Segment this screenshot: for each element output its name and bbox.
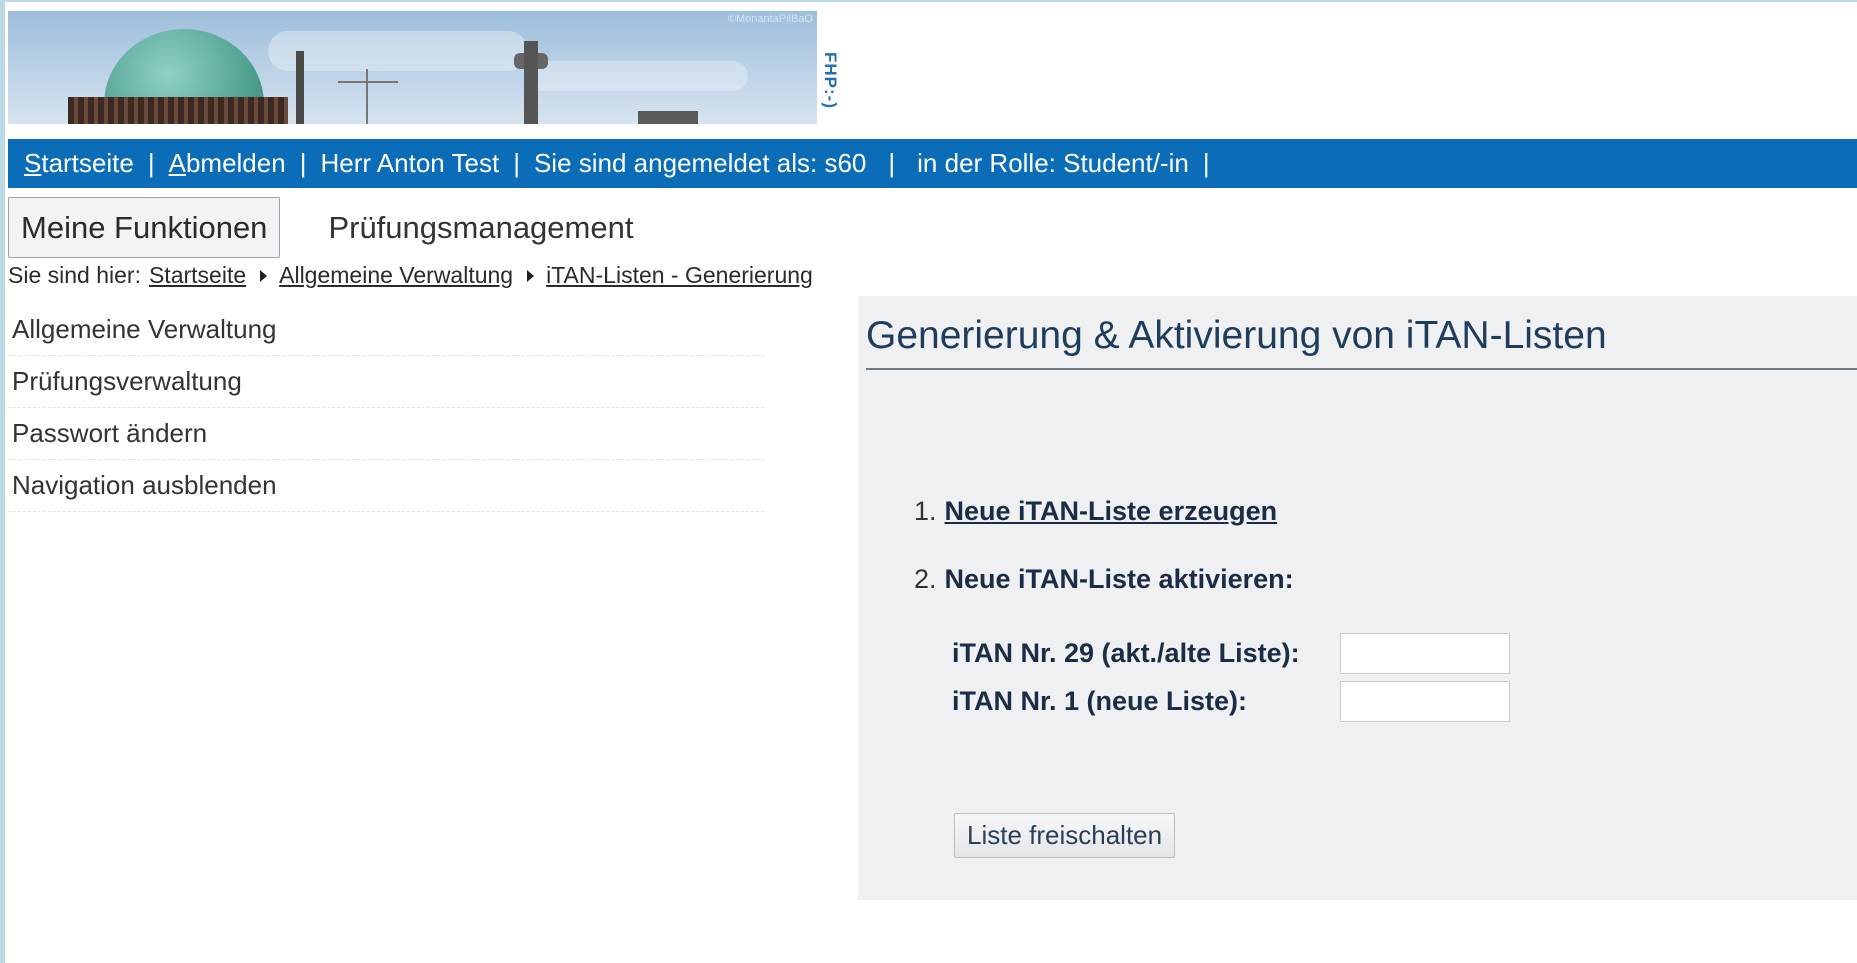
separator: | — [1202, 148, 1210, 178]
user-name: Herr Anton Test — [320, 148, 500, 178]
separator: | — [147, 148, 155, 178]
step-1: 1. Neue iTAN-Liste erzeugen — [914, 496, 1277, 527]
breadcrumb-link-itan-listen[interactable]: iTAN-Listen - Generierung — [546, 262, 813, 289]
activate-list-button[interactable]: Liste freischalten — [954, 813, 1176, 858]
telecom-tower — [524, 41, 538, 124]
breadcrumb-arrow-icon — [527, 269, 535, 282]
top-navigation-bar: Startseite | Abmelden | Herr Anton Test … — [8, 139, 1857, 188]
tab-meine-funktionen[interactable]: Meine Funktionen — [8, 197, 281, 258]
content-panel: Generierung & Aktivierung von iTAN-Liste… — [858, 296, 1857, 900]
separator: | — [888, 148, 896, 178]
step-2-label: Neue iTAN-Liste aktivieren: — [944, 564, 1294, 594]
nav-item-navigation-ausblenden[interactable]: Navigation ausblenden — [8, 460, 764, 512]
itan-old-row: iTAN Nr. 29 (akt./alte Liste): — [952, 633, 1510, 674]
window-top-edge — [0, 0, 1857, 2]
antenna-mast — [296, 51, 304, 124]
itan-old-label: iTAN Nr. 29 (akt./alte Liste): — [952, 638, 1300, 668]
create-itan-list-link[interactable]: Neue iTAN-Liste erzeugen — [945, 496, 1278, 527]
antenna-crossbar — [338, 81, 398, 83]
breadcrumb-link-startseite[interactable]: Startseite — [149, 262, 246, 289]
itan-new-row: iTAN Nr. 1 (neue Liste): — [952, 681, 1510, 722]
tab-pruefungsmanagement[interactable]: Prüfungsmanagement — [316, 197, 645, 258]
itan-new-input[interactable] — [1340, 681, 1510, 722]
breadcrumb-arrow-icon — [260, 269, 268, 282]
breadcrumb-link-allgemeine-verwaltung[interactable]: Allgemeine Verwaltung — [279, 262, 513, 289]
breadcrumb: Sie sind hier: Startseite Allgemeine Ver… — [8, 262, 813, 289]
nav-item-allgemeine-verwaltung[interactable]: Allgemeine Verwaltung — [8, 304, 764, 356]
user-role: in der Rolle: Student/-in — [917, 148, 1189, 178]
building-silhouette — [638, 111, 698, 124]
nav-item-passwort-aendern[interactable]: Passwort ändern — [8, 408, 764, 460]
page-title: Generierung & Aktivierung von iTAN-Liste… — [866, 314, 1607, 357]
building-base — [68, 97, 288, 124]
antenna-pole — [366, 69, 368, 124]
cloud-shape — [268, 31, 528, 71]
banner-watermark: ©MonantaPilBaO — [727, 13, 813, 25]
fhp-logo-text: FHP:-) — [821, 52, 840, 109]
cloud-shape — [528, 61, 748, 91]
home-link[interactable]: Startseite — [24, 148, 134, 179]
header-banner-image: ©MonantaPilBaO — [8, 11, 817, 124]
separator: | — [513, 148, 520, 178]
title-divider — [866, 368, 1857, 370]
left-navigation: Allgemeine Verwaltung Prüfungsverwaltung… — [8, 304, 764, 512]
itan-new-label: iTAN Nr. 1 (neue Liste): — [952, 686, 1248, 716]
main-tabs: Meine Funktionen Prüfungsmanagement — [8, 197, 645, 258]
window-left-edge — [0, 0, 5, 963]
step-1-number: 1. — [914, 496, 937, 526]
step-2: 2. Neue iTAN-Liste aktivieren: — [914, 564, 1294, 595]
login-status: Sie sind angemeldet als: s60 — [533, 148, 867, 178]
logout-link[interactable]: Abmelden — [169, 148, 286, 179]
breadcrumb-prefix: Sie sind hier: — [8, 262, 141, 288]
itan-old-input[interactable] — [1340, 633, 1510, 674]
nav-item-pruefungsverwaltung[interactable]: Prüfungsverwaltung — [8, 356, 764, 408]
separator: | — [299, 148, 307, 178]
step-2-number: 2. — [914, 564, 937, 594]
